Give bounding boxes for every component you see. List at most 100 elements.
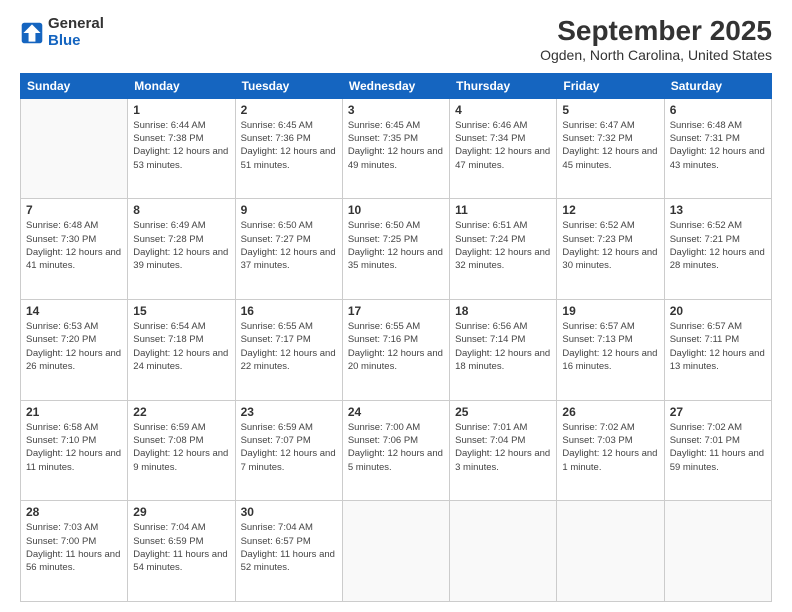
day-number: 26 xyxy=(562,405,658,419)
day-number: 17 xyxy=(348,304,444,318)
weekday-header-wednesday: Wednesday xyxy=(342,73,449,98)
calendar-cell: 13Sunrise: 6:52 AMSunset: 7:21 PMDayligh… xyxy=(664,199,771,300)
calendar-cell xyxy=(557,501,664,602)
weekday-header-sunday: Sunday xyxy=(21,73,128,98)
day-details: Sunrise: 6:50 AMSunset: 7:25 PMDaylight:… xyxy=(348,219,444,272)
calendar-cell: 11 Sunrise: 6:51 AMSunset: 7:24 PMDayligh… xyxy=(450,199,557,300)
day-number: 7 xyxy=(26,203,122,217)
day-details: Sunrise: 6:45 AMSunset: 7:36 PMDaylight:… xyxy=(241,119,337,172)
page: General Blue September 2025 Ogden, North… xyxy=(0,0,792,612)
day-number: 2 xyxy=(241,103,337,117)
calendar-cell: 10 Sunrise: 6:50 AMSunset: 7:25 PMDayligh… xyxy=(342,199,449,300)
day-details: Sunrise: 6:57 AMSunset: 7:11 PMDaylight:… xyxy=(670,320,766,373)
day-details: Sunrise: 7:03 AMSunset: 7:00 PMDaylight:… xyxy=(26,521,122,574)
logo: General Blue xyxy=(20,16,104,49)
calendar-cell: 19 Sunrise: 6:57 AMSunset: 7:13 PMDayligh… xyxy=(557,300,664,401)
calendar-cell: 8 Sunrise: 6:49 AMSunset: 7:28 PMDaylight… xyxy=(128,199,235,300)
day-details: Sunrise: 7:01 AMSunset: 7:04 PMDaylight:… xyxy=(455,421,551,474)
calendar-cell: 17Sunrise: 6:55 AMSunset: 7:16 PMDayligh… xyxy=(342,300,449,401)
logo-general: General xyxy=(48,15,104,32)
calendar-cell: 28 Sunrise: 7:03 AMSunset: 7:00 PMDayligh… xyxy=(21,501,128,602)
weekday-header-monday: Monday xyxy=(128,73,235,98)
day-details: Sunrise: 6:52 AMSunset: 7:23 PMDaylight:… xyxy=(562,219,658,272)
day-details: Sunrise: 6:57 AMSunset: 7:13 PMDaylight:… xyxy=(562,320,658,373)
calendar-table: SundayMondayTuesdayWednesdayThursdayFrid… xyxy=(20,73,772,602)
day-number: 22 xyxy=(133,405,229,419)
calendar-cell: 25 Sunrise: 7:01 AMSunset: 7:04 PMDayligh… xyxy=(450,400,557,501)
day-details: Sunrise: 6:55 AMSunset: 7:17 PMDaylight:… xyxy=(241,320,337,373)
day-number: 19 xyxy=(562,304,658,318)
weekday-header-friday: Friday xyxy=(557,73,664,98)
day-details: Sunrise: 6:53 AMSunset: 7:20 PMDaylight:… xyxy=(26,320,122,373)
day-details: Sunrise: 6:58 AMSunset: 7:10 PMDaylight:… xyxy=(26,421,122,474)
day-details: Sunrise: 7:04 AMSunset: 6:59 PMDaylight:… xyxy=(133,521,229,574)
week-row-4: 21 Sunrise: 6:58 AMSunset: 7:10 PMDayligh… xyxy=(21,400,772,501)
logo-blue: Blue xyxy=(48,32,81,49)
location-title: Ogden, North Carolina, United States xyxy=(540,47,772,63)
day-number: 14 xyxy=(26,304,122,318)
calendar-cell: 30 Sunrise: 7:04 AMSunset: 6:57 PMDayligh… xyxy=(235,501,342,602)
day-number: 10 xyxy=(348,203,444,217)
calendar-cell: 26Sunrise: 7:02 AMSunset: 7:03 PMDayligh… xyxy=(557,400,664,501)
day-number: 28 xyxy=(26,505,122,519)
day-details: Sunrise: 6:48 AMSunset: 7:31 PMDaylight:… xyxy=(670,119,766,172)
calendar-cell: 14 Sunrise: 6:53 AMSunset: 7:20 PMDayligh… xyxy=(21,300,128,401)
calendar-cell: 4Sunrise: 6:46 AMSunset: 7:34 PMDaylight… xyxy=(450,98,557,199)
weekday-header-thursday: Thursday xyxy=(450,73,557,98)
day-number: 9 xyxy=(241,203,337,217)
day-number: 8 xyxy=(133,203,229,217)
day-number: 11 xyxy=(455,203,551,217)
calendar-cell xyxy=(664,501,771,602)
day-number: 13 xyxy=(670,203,766,217)
day-details: Sunrise: 6:59 AMSunset: 7:07 PMDaylight:… xyxy=(241,421,337,474)
month-title: September 2025 xyxy=(540,16,772,47)
day-details: Sunrise: 7:02 AMSunset: 7:01 PMDaylight:… xyxy=(670,421,766,474)
day-number: 18 xyxy=(455,304,551,318)
calendar-cell xyxy=(450,501,557,602)
day-number: 20 xyxy=(670,304,766,318)
calendar-cell xyxy=(342,501,449,602)
weekday-header-saturday: Saturday xyxy=(664,73,771,98)
week-row-3: 14 Sunrise: 6:53 AMSunset: 7:20 PMDayligh… xyxy=(21,300,772,401)
calendar-cell: 20 Sunrise: 6:57 AMSunset: 7:11 PMDayligh… xyxy=(664,300,771,401)
calendar-cell: 29Sunrise: 7:04 AMSunset: 6:59 PMDayligh… xyxy=(128,501,235,602)
calendar-cell: 27 Sunrise: 7:02 AMSunset: 7:01 PMDayligh… xyxy=(664,400,771,501)
day-number: 16 xyxy=(241,304,337,318)
calendar-cell: 5 Sunrise: 6:47 AMSunset: 7:32 PMDaylight… xyxy=(557,98,664,199)
day-details: Sunrise: 6:51 AMSunset: 7:24 PMDaylight:… xyxy=(455,219,551,272)
day-details: Sunrise: 6:56 AMSunset: 7:14 PMDaylight:… xyxy=(455,320,551,373)
day-details: Sunrise: 6:48 AMSunset: 7:30 PMDaylight:… xyxy=(26,219,122,272)
calendar-cell: 3 Sunrise: 6:45 AMSunset: 7:35 PMDaylight… xyxy=(342,98,449,199)
day-details: Sunrise: 6:47 AMSunset: 7:32 PMDaylight:… xyxy=(562,119,658,172)
calendar-cell: 16 Sunrise: 6:55 AMSunset: 7:17 PMDayligh… xyxy=(235,300,342,401)
day-details: Sunrise: 7:00 AMSunset: 7:06 PMDaylight:… xyxy=(348,421,444,474)
day-details: Sunrise: 6:45 AMSunset: 7:35 PMDaylight:… xyxy=(348,119,444,172)
day-details: Sunrise: 6:59 AMSunset: 7:08 PMDaylight:… xyxy=(133,421,229,474)
day-details: Sunrise: 7:04 AMSunset: 6:57 PMDaylight:… xyxy=(241,521,337,574)
day-number: 23 xyxy=(241,405,337,419)
calendar-cell: 6Sunrise: 6:48 AMSunset: 7:31 PMDaylight… xyxy=(664,98,771,199)
day-number: 21 xyxy=(26,405,122,419)
logo-text: General Blue xyxy=(48,16,104,49)
day-number: 25 xyxy=(455,405,551,419)
calendar-cell: 24Sunrise: 7:00 AMSunset: 7:06 PMDayligh… xyxy=(342,400,449,501)
day-details: Sunrise: 6:46 AMSunset: 7:34 PMDaylight:… xyxy=(455,119,551,172)
calendar-cell: 22 Sunrise: 6:59 AMSunset: 7:08 PMDayligh… xyxy=(128,400,235,501)
week-row-1: 1 Sunrise: 6:44 AMSunset: 7:38 PMDaylight… xyxy=(21,98,772,199)
day-details: Sunrise: 6:49 AMSunset: 7:28 PMDaylight:… xyxy=(133,219,229,272)
calendar-cell: 21 Sunrise: 6:58 AMSunset: 7:10 PMDayligh… xyxy=(21,400,128,501)
calendar-cell: 7 Sunrise: 6:48 AMSunset: 7:30 PMDaylight… xyxy=(21,199,128,300)
calendar-cell: 15 Sunrise: 6:54 AMSunset: 7:18 PMDayligh… xyxy=(128,300,235,401)
day-number: 27 xyxy=(670,405,766,419)
day-number: 30 xyxy=(241,505,337,519)
calendar-cell: 18 Sunrise: 6:56 AMSunset: 7:14 PMDayligh… xyxy=(450,300,557,401)
title-block: September 2025 Ogden, North Carolina, Un… xyxy=(540,16,772,63)
day-number: 15 xyxy=(133,304,229,318)
day-details: Sunrise: 6:44 AMSunset: 7:38 PMDaylight:… xyxy=(133,119,229,172)
calendar-cell: 23 Sunrise: 6:59 AMSunset: 7:07 PMDayligh… xyxy=(235,400,342,501)
day-details: Sunrise: 6:54 AMSunset: 7:18 PMDaylight:… xyxy=(133,320,229,373)
day-number: 3 xyxy=(348,103,444,117)
day-number: 1 xyxy=(133,103,229,117)
day-number: 5 xyxy=(562,103,658,117)
logo-icon xyxy=(20,21,44,45)
